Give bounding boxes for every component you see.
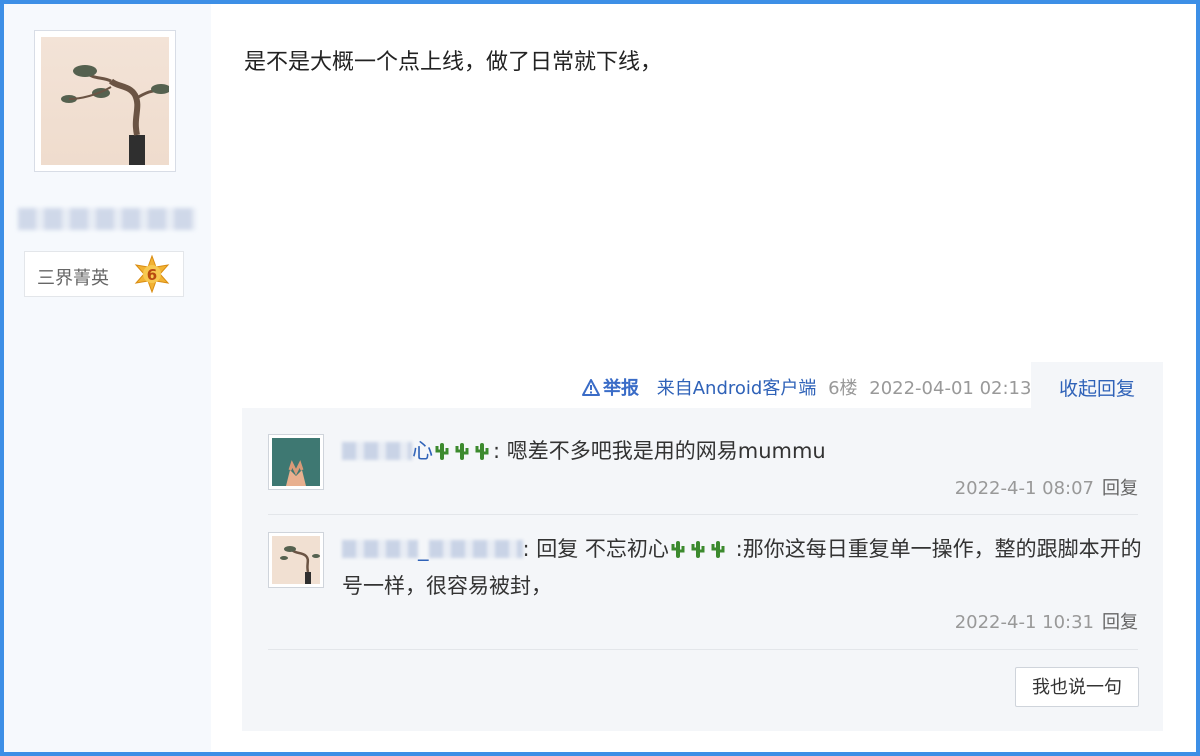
author-sidebar: 三界菁英 6 bbox=[4, 4, 211, 752]
reply-time: 2022-4-1 08:07 bbox=[954, 478, 1094, 499]
reply-meta: 2022-4-1 08:07 回复 bbox=[955, 474, 1138, 500]
reply-body: : 嗯差不多吧我是用的网易mummu bbox=[493, 439, 826, 463]
collapse-replies-button[interactable]: 收起回复 bbox=[1031, 362, 1163, 412]
cactus-icon bbox=[709, 535, 727, 569]
cactus-icon bbox=[453, 437, 471, 471]
reply-username-visible[interactable]: 心 bbox=[412, 439, 433, 463]
reply-username-redacted[interactable] bbox=[428, 540, 523, 558]
reply-username-redacted[interactable] bbox=[342, 540, 418, 558]
replies-panel: 心 : 嗯差不多吧我是用的网易mummu 2022-4-1 08:07 回复 _ : … bbox=[242, 408, 1163, 731]
reply-time: 2022-4-1 10:31 bbox=[954, 612, 1094, 633]
post-time: 2022-04-01 02:13 bbox=[869, 378, 1032, 399]
reply-item: 心 : 嗯差不多吧我是用的网易mummu 2022-4-1 08:07 回复 bbox=[268, 434, 1138, 514]
bonsai-avatar-icon bbox=[41, 37, 169, 165]
author-avatar[interactable] bbox=[34, 30, 176, 172]
reply-button[interactable]: 回复 bbox=[1102, 478, 1138, 499]
reply-avatar[interactable] bbox=[268, 532, 324, 588]
reply-avatar[interactable] bbox=[268, 434, 324, 490]
reply-username-redacted[interactable] bbox=[342, 442, 412, 460]
username-redacted[interactable] bbox=[18, 208, 196, 230]
warning-icon bbox=[582, 379, 600, 396]
post-floor: 6楼 bbox=[828, 378, 858, 399]
reply-username-visible[interactable]: _ bbox=[418, 537, 429, 561]
cactus-icon bbox=[669, 535, 687, 569]
bonsai-avatar-icon bbox=[272, 536, 320, 584]
level-number: 6 bbox=[147, 266, 157, 284]
reply-text: 心 : 嗯差不多吧我是用的网易mummu bbox=[342, 434, 1142, 471]
reply-meta: 2022-4-1 10:31 回复 bbox=[955, 608, 1138, 634]
reply-item: _: 回复 不忘初心 :那你这每日重复单一操作，整的跟脚本开的号一样，很容易被封… bbox=[268, 532, 1142, 642]
reply-divider bbox=[268, 649, 1138, 650]
reply-divider bbox=[268, 514, 1138, 515]
post-meta: 举报 来自Android客户端 6楼 2022-04-01 02:13 bbox=[582, 372, 1037, 406]
report-label: 举报 bbox=[603, 378, 639, 399]
cactus-icon bbox=[689, 535, 707, 569]
cactus-icon bbox=[433, 437, 451, 471]
add-comment-button[interactable]: 我也说一句 bbox=[1015, 667, 1139, 707]
rank-title: 三界菁英 bbox=[37, 268, 109, 289]
hands-avatar-icon bbox=[272, 438, 320, 486]
post-content: 是不是大概一个点上线，做了日常就下线， bbox=[244, 50, 663, 75]
reply-button[interactable]: 回复 bbox=[1102, 612, 1138, 633]
reply-text: _: 回复 不忘初心 :那你这每日重复单一操作，整的跟脚本开的号一样，很容易被封… bbox=[342, 532, 1142, 603]
level-star-icon: 6 bbox=[133, 254, 171, 294]
reply-prefix: : 回复 不忘初心 bbox=[522, 537, 669, 561]
report-button[interactable]: 举报 bbox=[582, 378, 645, 399]
post-source[interactable]: 来自Android客户端 bbox=[657, 378, 817, 399]
cactus-icon bbox=[473, 437, 491, 471]
rank-badge[interactable]: 三界菁英 6 bbox=[24, 251, 184, 297]
